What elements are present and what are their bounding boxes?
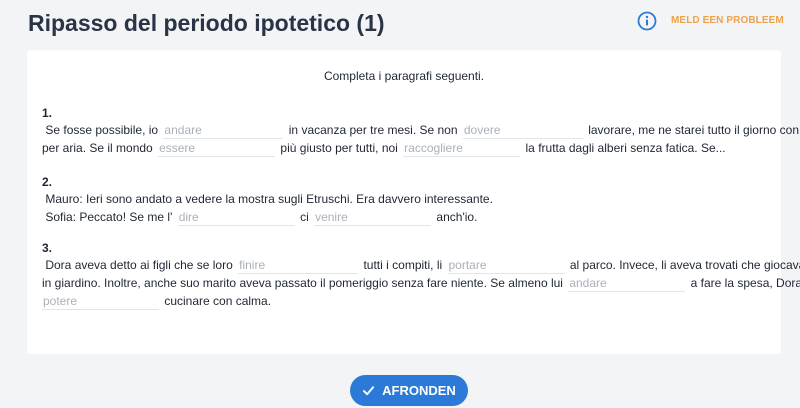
answer-input[interactable] <box>447 257 565 274</box>
exercise-text: in vacanza per tre mesi. Se non <box>288 123 458 137</box>
exercise-line: per aria. Se il mondo più giusto per tut… <box>42 139 777 157</box>
exercise-line: Mauro: Ieri sono andato a vedere la most… <box>42 190 777 208</box>
exercise-text: Dora aveva detto ai figli che se loro <box>45 258 233 272</box>
answer-input[interactable] <box>314 209 432 226</box>
exercise-text: cucinare con calma. <box>164 294 272 308</box>
submit-button[interactable]: AFRONDEN <box>350 375 468 406</box>
exercise-text: Sofia: Peccato! Se me l' <box>45 210 173 224</box>
exercise-line: cucinare con calma. <box>42 292 777 310</box>
exercise-text: Se fosse possibile, io <box>45 123 159 137</box>
exercise-text: ci <box>300 210 309 224</box>
page-title: Ripasso del periodo ipotetico (1) <box>28 10 385 36</box>
exercise-text: per aria. Se il mondo <box>42 141 153 155</box>
report-problem-link[interactable]: MELD EEN PROBLEEM <box>671 15 784 26</box>
exercise-2: 2. Mauro: Ieri sono andato a vedere la m… <box>42 175 777 226</box>
exercise-text: la frutta dagli alberi senza fatica. Se.… <box>525 141 726 155</box>
exercise-3: 3. Dora aveva detto ai figli che se loro… <box>42 241 800 310</box>
answer-input[interactable] <box>403 140 521 157</box>
exercise-text: anch'io. <box>436 210 478 224</box>
answer-input[interactable] <box>177 209 295 226</box>
answer-input[interactable] <box>238 257 359 274</box>
answer-input[interactable] <box>42 293 159 310</box>
exercise-card: Completa i paragrafi seguenti. 1. Se fos… <box>27 50 800 354</box>
answer-input[interactable] <box>163 122 284 139</box>
exercise-text: in giardino. Inoltre, anche suo marito a… <box>42 276 563 290</box>
check-icon <box>363 386 375 396</box>
submit-button-label: AFRONDEN <box>382 383 456 398</box>
exercise-1: 1. Se fosse possibile, io in vacanza per… <box>42 106 800 157</box>
exercise-line: Dora aveva detto ai figli che se loro tu… <box>42 256 800 274</box>
exercise-number: 3. <box>42 241 53 255</box>
exercise-number: 1. <box>42 106 53 120</box>
answer-input[interactable] <box>158 140 276 157</box>
info-circle-icon[interactable] <box>637 11 657 31</box>
answer-input[interactable] <box>568 275 686 292</box>
exercise-line: in giardino. Inoltre, anche suo marito a… <box>42 274 800 292</box>
exercise-line: Sofia: Peccato! Se me l' ci anch'io. <box>42 208 777 226</box>
exercise-text: più giusto per tutti, noi <box>280 141 398 155</box>
exercise-text: tutti i compiti, li <box>363 258 443 272</box>
exercise-number: 2. <box>42 175 53 189</box>
exercise-line: Se fosse possibile, io in vacanza per tr… <box>42 121 800 139</box>
exercise-text: a fare la spesa, Dora <box>690 276 800 290</box>
exercise-text: lavorare, me ne starei tutto il giorno c… <box>588 123 800 137</box>
exercise-text: Mauro: Ieri sono andato a vedere la most… <box>45 192 493 206</box>
instruction-text: Completa i paragrafi seguenti. <box>323 69 485 83</box>
answer-input[interactable] <box>462 122 583 139</box>
exercise-text: al parco. Invece, li aveva trovati che g… <box>569 258 800 272</box>
